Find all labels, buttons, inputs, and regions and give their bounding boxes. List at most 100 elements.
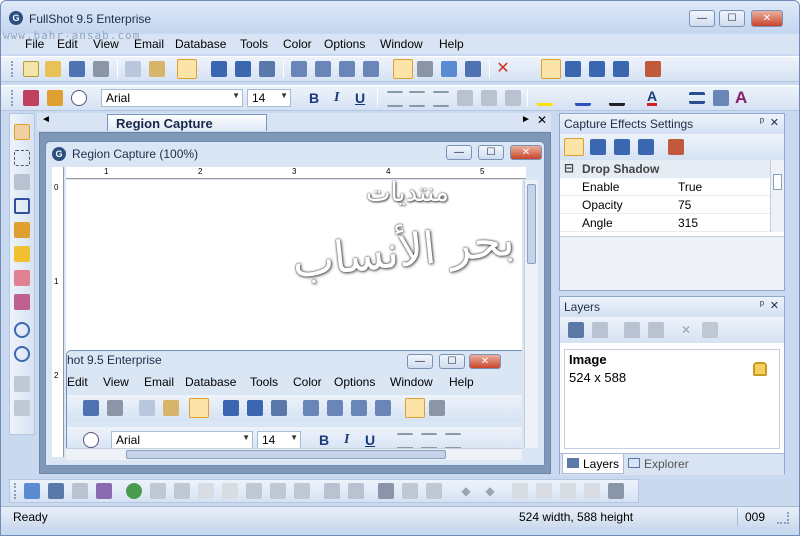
bold-button[interactable]: B [309, 90, 319, 106]
import-icon[interactable] [24, 483, 40, 499]
toolbar-grip[interactable] [11, 90, 14, 106]
back-icon[interactable]: ◆ [458, 483, 474, 499]
doc-maximize-button[interactable]: ☐ [478, 145, 504, 160]
table-icon[interactable] [348, 483, 364, 499]
effect-frame-icon[interactable] [638, 139, 654, 155]
rotate-icon[interactable] [339, 61, 355, 77]
arrow-style-icon[interactable] [713, 90, 729, 106]
forward-icon[interactable]: ◆ [482, 483, 498, 499]
vscroll-thumb[interactable] [527, 184, 536, 264]
callout-icon[interactable] [457, 90, 473, 106]
print-preview-icon[interactable] [417, 61, 433, 77]
crop-tool-icon[interactable] [14, 198, 30, 214]
delete-icon[interactable]: ✕ [495, 61, 511, 77]
rotate-back-icon[interactable] [363, 61, 379, 77]
flip-horizontal-icon[interactable] [291, 61, 307, 77]
copy-icon[interactable] [125, 61, 141, 77]
eyedropper-tool-icon[interactable] [14, 294, 30, 310]
brush-tool-icon[interactable] [14, 222, 30, 238]
line-color-icon[interactable] [575, 90, 591, 106]
property-row[interactable]: Enable True [560, 178, 770, 196]
redo-icon[interactable] [14, 400, 30, 416]
tool-f-icon[interactable] [270, 483, 286, 499]
vertical-scrollbar[interactable] [524, 180, 538, 448]
film-icon[interactable] [608, 483, 624, 499]
tool-c-icon[interactable] [198, 483, 214, 499]
minimize-button[interactable]: — [689, 10, 715, 27]
paste-icon[interactable] [149, 61, 165, 77]
zoom-in-icon[interactable] [14, 322, 30, 338]
batch-icon[interactable] [72, 483, 88, 499]
tab-region-capture[interactable]: Region Capture (100%) [107, 114, 267, 146]
receive-icon[interactable] [426, 483, 442, 499]
effect-border-icon[interactable] [590, 139, 606, 155]
document-icon[interactable]: G [52, 147, 66, 161]
stamp-icon[interactable] [71, 90, 87, 106]
tab-scroll-right-icon[interactable]: ► [521, 114, 531, 125]
property-row[interactable]: Angle 315 [560, 214, 770, 232]
capture-screen-icon[interactable] [235, 61, 251, 77]
email-icon[interactable] [441, 61, 457, 77]
view-icon[interactable] [393, 59, 413, 79]
database-icon[interactable] [465, 61, 481, 77]
layer-item-name[interactable]: Image [569, 352, 607, 367]
close-icon[interactable]: ✕ [770, 116, 779, 129]
tab-layers[interactable]: Layers [562, 454, 624, 474]
maximize-button[interactable]: ☐ [719, 10, 745, 27]
toolbar-grip[interactable] [11, 61, 14, 77]
collapse-icon[interactable]: ⊟ [564, 161, 574, 175]
menu-tools[interactable]: Tools [240, 37, 268, 51]
image-canvas[interactable]: منتديات بحر الأنساب hot 9.5 Enterprise —… [66, 180, 522, 448]
menu-color[interactable]: Color [283, 37, 312, 51]
effect-torn-icon[interactable] [614, 139, 630, 155]
select-tool-icon[interactable] [14, 150, 30, 166]
effect-shadow-icon[interactable] [564, 138, 584, 156]
pen-color-icon[interactable] [609, 90, 625, 106]
menu-window[interactable]: Window [380, 37, 423, 51]
text-style-button[interactable]: A [735, 88, 747, 108]
layer-trash-icon[interactable] [648, 322, 664, 338]
menu-database[interactable]: Database [175, 37, 226, 51]
scan-icon[interactable] [48, 483, 64, 499]
effect-border-icon[interactable] [565, 61, 581, 77]
grid-icon[interactable] [324, 483, 340, 499]
menu-options[interactable]: Options [324, 37, 365, 51]
layer-new-icon[interactable] [568, 322, 584, 338]
effect-shadow-icon[interactable] [541, 59, 561, 79]
tab-explorer[interactable]: Explorer [626, 454, 706, 474]
callout-cloud-icon[interactable] [505, 90, 521, 106]
tool-g-icon[interactable] [294, 483, 310, 499]
doc-minimize-button[interactable]: — [446, 145, 472, 160]
toolbar-grip[interactable] [14, 483, 17, 499]
property-value[interactable]: 315 [678, 216, 698, 230]
fill-color-icon[interactable] [537, 90, 553, 106]
font-color-button[interactable]: A [647, 89, 658, 106]
property-value[interactable]: 75 [678, 198, 691, 212]
pin-icon[interactable]: ᵖ [760, 116, 764, 128]
hand-tool-icon[interactable] [14, 124, 30, 140]
send-icon[interactable] [402, 483, 418, 499]
property-group[interactable]: ⊟ Drop Shadow [560, 160, 770, 178]
zoom-out-icon[interactable] [14, 346, 30, 362]
tool-b-icon[interactable] [174, 483, 190, 499]
effect-torn-icon[interactable] [589, 61, 605, 77]
property-row[interactable]: Opacity 75 [560, 196, 770, 214]
undo-icon[interactable] [14, 376, 30, 392]
edit-icon[interactable] [378, 483, 394, 499]
eraser-tool-icon[interactable] [14, 270, 30, 286]
camera-icon[interactable] [512, 483, 528, 499]
tool-a-icon[interactable] [150, 483, 166, 499]
layer-merge-icon[interactable] [624, 322, 640, 338]
save-icon[interactable] [69, 61, 85, 77]
capture-window-icon[interactable] [211, 61, 227, 77]
tab-close-icon[interactable]: ✕ [537, 113, 547, 127]
pencil-tool-icon[interactable] [14, 246, 30, 262]
refresh-icon[interactable] [126, 483, 142, 499]
align-left-icon[interactable] [387, 91, 403, 107]
underline-button[interactable]: U [355, 90, 365, 106]
effects-settings-icon[interactable] [645, 61, 661, 77]
tool-e-icon[interactable] [246, 483, 262, 499]
align-right-icon[interactable] [433, 91, 449, 107]
app-icon[interactable]: G [9, 11, 23, 25]
calendar-icon[interactable] [96, 483, 112, 499]
